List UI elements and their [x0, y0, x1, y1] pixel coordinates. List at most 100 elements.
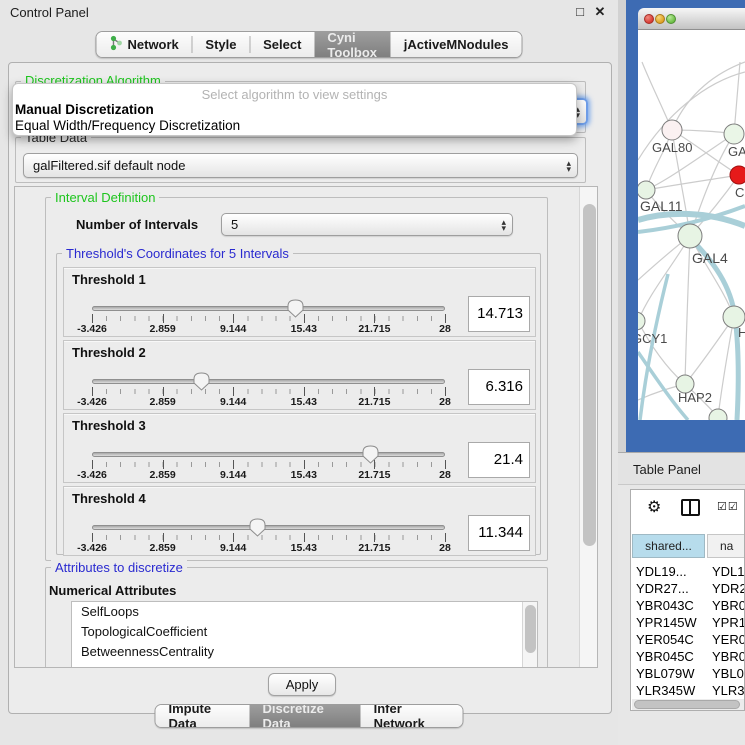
- zoom-traffic-icon[interactable]: [666, 14, 676, 24]
- slider-minor-ticks: [92, 462, 446, 467]
- column-header-name[interactable]: na: [707, 534, 745, 558]
- number-of-intervals-value: 5: [231, 217, 501, 232]
- table-row[interactable]: YPR145WYPR1: [631, 614, 745, 631]
- threshold-3-slider-track[interactable]: [92, 452, 445, 457]
- network-node-labels: GAL80 GA C GAL11 GAL4 GCY1 H HAP2: [638, 140, 745, 405]
- tab-label: Style: [205, 37, 236, 52]
- tab-impute-data[interactable]: Impute Data: [156, 705, 250, 727]
- network-node-label: GCY1: [638, 331, 667, 346]
- network-node[interactable]: [724, 124, 744, 144]
- table-row[interactable]: YBL079WYBL0: [631, 665, 745, 682]
- scale-label: 21.715: [358, 469, 390, 481]
- threshold-2-slider-thumb[interactable]: [192, 371, 211, 392]
- scale-label: 28: [439, 396, 451, 408]
- table-row[interactable]: YDL19...YDL1: [631, 563, 745, 580]
- scale-label: 2.859: [149, 323, 175, 335]
- tab-label: Cyni Toolbox: [327, 31, 377, 58]
- table-toolbar: ⚙ ☑☑: [631, 490, 745, 524]
- table-row[interactable]: YLR345WYLR3: [631, 682, 745, 699]
- algorithm-popup-prompt: Select algorithm to view settings: [13, 87, 576, 102]
- network-node-selected[interactable]: [730, 166, 745, 184]
- scale-label: 28: [439, 469, 451, 481]
- scale-label: 15.43: [291, 469, 317, 481]
- list-item[interactable]: TopologicalCoefficient: [72, 622, 537, 642]
- tab-style[interactable]: Style: [192, 32, 249, 57]
- apply-button[interactable]: Apply: [268, 673, 336, 696]
- float-window-icon[interactable]: □: [572, 4, 588, 20]
- threshold-1-value-field[interactable]: 14.713: [468, 296, 530, 332]
- network-window-titlebar: [638, 8, 745, 30]
- app-root: Control Panel □ ✕ Network Style Select C…: [0, 0, 745, 745]
- numerical-attributes-list[interactable]: SelfLoops TopologicalCoefficient Between…: [71, 601, 538, 668]
- list-item[interactable]: SelfLoops: [72, 602, 537, 622]
- table-data-combo[interactable]: galFiltered.sif default node ▴▾: [23, 153, 578, 178]
- network-node-label: GAL80: [652, 140, 692, 155]
- tab-label: Select: [263, 37, 301, 52]
- network-node[interactable]: [638, 181, 655, 199]
- table-row[interactable]: YBR043CYBR0: [631, 597, 745, 614]
- checkbox-icons[interactable]: ☑☑: [717, 500, 739, 513]
- scale-label: 28: [439, 323, 451, 335]
- table-row[interactable]: YBR045CYBR0: [631, 648, 745, 665]
- scale-label: 2.859: [149, 396, 175, 408]
- settings-scrollbar[interactable]: [579, 187, 598, 668]
- network-node-label: H: [738, 325, 745, 340]
- network-icon: [109, 35, 122, 54]
- scale-label: 28: [439, 542, 451, 554]
- close-traffic-icon[interactable]: [644, 14, 654, 24]
- tab-jactivemnodules[interactable]: jActiveMNodules: [391, 32, 522, 57]
- scale-label: 9.144: [220, 323, 246, 335]
- table-horizontal-scrollbar[interactable]: [632, 699, 745, 711]
- number-of-intervals-combo[interactable]: 5 ▴▾: [221, 213, 513, 236]
- slider-minor-ticks: [92, 316, 446, 321]
- scale-label: 2.859: [149, 542, 175, 554]
- stepper-icon: ▴▾: [566, 160, 571, 172]
- table-panel-title: Table Panel: [633, 462, 701, 477]
- tab-infer-network[interactable]: Infer Network: [361, 705, 463, 727]
- algorithm-option-manual[interactable]: Manual Discretization: [13, 102, 576, 118]
- scale-label: 2.859: [149, 469, 175, 481]
- network-node[interactable]: [662, 120, 682, 140]
- threshold-4-panel: Threshold 4 -3.426 2.859 9.144 15.43 21.…: [63, 486, 536, 556]
- threshold-4-slider-thumb[interactable]: [248, 517, 267, 538]
- control-panel: Control Panel □ ✕ Network Style Select C…: [0, 0, 618, 745]
- threshold-2-slider-track[interactable]: [92, 379, 445, 384]
- threshold-1-slider-track[interactable]: [92, 306, 445, 311]
- table-row[interactable]: YDR27...YDR2: [631, 580, 745, 597]
- gear-icon[interactable]: ⚙: [647, 497, 661, 517]
- tab-cyni-toolbox[interactable]: Cyni Toolbox: [314, 32, 390, 57]
- interval-definition-group-title: Interval Definition: [51, 190, 159, 205]
- scale-label: 9.144: [220, 542, 246, 554]
- scale-label: 9.144: [220, 396, 246, 408]
- tab-discretize-data[interactable]: Discretize Data: [249, 705, 360, 727]
- threshold-4-value-field[interactable]: 11.344: [468, 515, 530, 551]
- network-canvas[interactable]: GAL80 GA C GAL11 GAL4 GCY1 H HAP2: [638, 30, 745, 420]
- scale-label: 21.715: [358, 396, 390, 408]
- select-columns-icon[interactable]: [681, 499, 700, 516]
- minimize-traffic-icon[interactable]: [655, 14, 665, 24]
- network-node-label: GA: [728, 144, 745, 159]
- tab-network[interactable]: Network: [96, 32, 191, 57]
- threshold-2-label: Threshold 2: [72, 345, 146, 360]
- algorithm-option-equal-width[interactable]: Equal Width/Frequency Discretization: [13, 118, 576, 134]
- panel-title: Control Panel: [10, 5, 89, 20]
- threshold-4-slider-track[interactable]: [92, 525, 445, 530]
- threshold-3-value-field[interactable]: 21.4: [468, 442, 530, 478]
- list-item[interactable]: BetweennessCentrality: [72, 642, 537, 662]
- table-row[interactable]: YER054CYER0: [631, 631, 745, 648]
- network-node[interactable]: [678, 224, 702, 248]
- network-node[interactable]: [638, 312, 645, 330]
- threshold-3-slider-thumb[interactable]: [361, 444, 380, 465]
- close-icon[interactable]: ✕: [592, 4, 608, 20]
- list-scrollbar[interactable]: [522, 602, 537, 668]
- column-header-shared-name[interactable]: shared...: [632, 534, 705, 558]
- top-tab-bar: Network Style Select Cyni Toolbox jActiv…: [95, 31, 522, 58]
- tab-label: Impute Data: [169, 704, 237, 728]
- threshold-2-panel: Threshold 2 -3.426 2.859 9.144 15.43 21.…: [63, 340, 536, 410]
- threshold-1-slider-thumb[interactable]: [286, 298, 305, 319]
- threshold-3-panel: Threshold 3 -3.426 2.859 9.144 15.43 21.…: [63, 413, 536, 483]
- network-node-label: GAL11: [640, 198, 683, 214]
- network-node-label: C: [735, 185, 744, 200]
- threshold-2-value-field[interactable]: 6.316: [468, 369, 530, 405]
- tab-select[interactable]: Select: [250, 32, 314, 57]
